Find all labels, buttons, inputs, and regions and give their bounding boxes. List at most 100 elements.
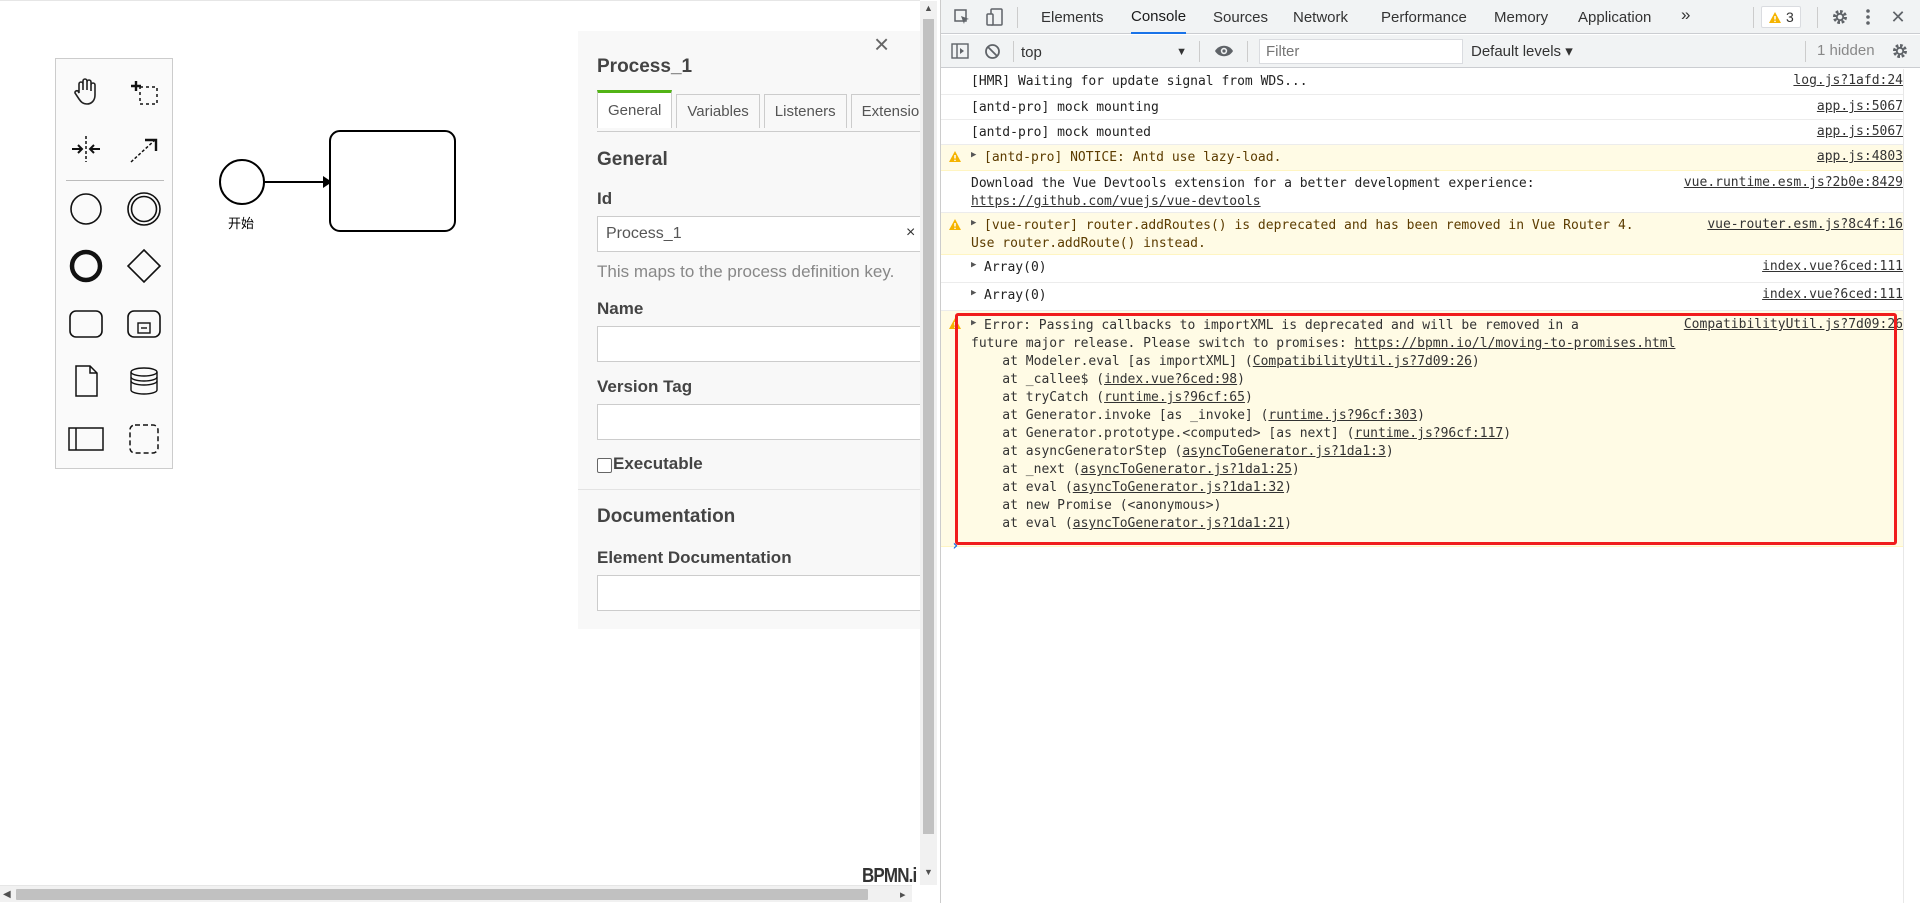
inspect-element-icon[interactable] bbox=[951, 6, 973, 28]
log-source-link[interactable]: vue.runtime.esm.js?2b0e:8429 bbox=[1684, 175, 1903, 190]
console-log-row: Download the Vue Devtools extension for … bbox=[941, 171, 1903, 213]
toolbar-separator bbox=[1247, 41, 1248, 62]
console-toolbar: top ▼ Default levels ▾ 1 hidden bbox=[941, 35, 1920, 68]
log-message: Download the Vue Devtools extension for … bbox=[971, 175, 1535, 211]
palette-separator bbox=[66, 180, 164, 181]
toolbar-separator bbox=[1753, 7, 1754, 28]
tab-network[interactable]: Network bbox=[1293, 0, 1348, 34]
scroll-down-icon[interactable]: ▼ bbox=[924, 867, 933, 877]
console-log-row: [HMR] Waiting for update signal from WDS… bbox=[941, 69, 1903, 95]
horizontal-scrollbar[interactable]: ◀ ▸ bbox=[0, 885, 912, 902]
executable-label[interactable]: Executable bbox=[613, 454, 703, 474]
console-settings-gear-icon[interactable] bbox=[1889, 40, 1911, 62]
console-log-row: [antd-pro] mock mounting app.js:5067 bbox=[941, 95, 1903, 120]
data-object-icon[interactable] bbox=[64, 359, 108, 403]
log-source-link[interactable]: log.js?1afd:24 bbox=[1793, 73, 1903, 88]
log-source-link[interactable]: app.js:5067 bbox=[1817, 99, 1903, 114]
tool-palette bbox=[55, 58, 173, 469]
element-documentation-input[interactable] bbox=[597, 575, 920, 611]
tab-extensions[interactable]: Extensions bbox=[850, 94, 920, 128]
vertical-scrollbar[interactable]: ▲ ▼ bbox=[920, 1, 937, 885]
js-context-value: top bbox=[1021, 43, 1042, 61]
log-source-link[interactable]: app.js:4803 bbox=[1817, 149, 1903, 164]
task-icon[interactable] bbox=[64, 302, 108, 346]
tab-performance[interactable]: Performance bbox=[1381, 0, 1467, 34]
section-divider bbox=[578, 489, 920, 490]
log-message: Array(0) bbox=[984, 260, 1047, 275]
space-tool-icon[interactable] bbox=[64, 127, 108, 171]
console-log-row[interactable]: ▶ Array(0) index.vue?6ced:111 bbox=[941, 255, 1903, 283]
horizontal-scroll-thumb[interactable] bbox=[16, 889, 868, 900]
tab-general[interactable]: General bbox=[597, 90, 673, 128]
live-expression-eye-icon[interactable] bbox=[1213, 40, 1235, 62]
scroll-up-icon[interactable]: ▲ bbox=[924, 3, 933, 13]
section-general-title: General bbox=[597, 149, 668, 170]
executable-checkbox[interactable] bbox=[597, 458, 612, 473]
id-hint: This maps to the process definition key. bbox=[597, 262, 895, 281]
devtools-tab-bar: Elements Console Sources Network Perform… bbox=[941, 0, 1920, 34]
tab-memory[interactable]: Memory bbox=[1494, 0, 1548, 34]
console-prompt-icon[interactable]: › bbox=[951, 538, 959, 554]
console-filter-input[interactable] bbox=[1259, 39, 1463, 64]
tab-variables[interactable]: Variables bbox=[676, 94, 760, 128]
tab-sources[interactable]: Sources bbox=[1213, 0, 1268, 34]
tab-elements[interactable]: Elements bbox=[1041, 0, 1104, 34]
vertical-scroll-thumb[interactable] bbox=[923, 19, 934, 834]
log-message: [vue-router] router.addRoutes() is depre… bbox=[984, 218, 1634, 233]
warning-icon bbox=[1769, 11, 1781, 23]
log-levels-dropdown[interactable]: Default levels ▾ bbox=[1471, 42, 1573, 60]
log-message: Array(0) bbox=[984, 288, 1047, 303]
tab-application[interactable]: Application bbox=[1578, 0, 1651, 34]
start-event-icon[interactable] bbox=[64, 187, 108, 231]
expand-caret-icon[interactable]: ▶ bbox=[971, 260, 976, 270]
close-devtools-icon[interactable]: ✕ bbox=[1887, 6, 1909, 28]
start-event[interactable] bbox=[219, 159, 265, 205]
tab-listeners[interactable]: Listeners bbox=[763, 94, 847, 128]
console-log-row[interactable]: ▶ Array(0) index.vue?6ced:111 bbox=[941, 283, 1903, 311]
end-event-icon[interactable] bbox=[64, 244, 108, 288]
global-connect-icon[interactable] bbox=[122, 127, 166, 171]
toolbar-separator bbox=[1199, 41, 1200, 62]
scroll-right-icon[interactable]: ▸ bbox=[900, 888, 906, 901]
warnings-badge[interactable]: 3 bbox=[1761, 6, 1801, 28]
more-options-icon[interactable] bbox=[1857, 6, 1879, 28]
start-event-label[interactable]: 开始 bbox=[228, 213, 254, 232]
log-link[interactable]: https://github.com/vuejs/vue-devtools bbox=[971, 194, 1261, 209]
properties-panel: × Process_1 General Variables Listeners … bbox=[578, 31, 920, 629]
id-label: Id bbox=[597, 189, 613, 208]
console-warning-row[interactable]: ▶ [vue-router] router.addRoutes() is dep… bbox=[941, 213, 1903, 255]
participant-icon[interactable] bbox=[64, 417, 108, 461]
expand-caret-icon[interactable]: ▶ bbox=[971, 150, 976, 160]
expand-caret-icon[interactable]: ▶ bbox=[971, 288, 976, 298]
lasso-tool-icon[interactable] bbox=[122, 69, 166, 113]
expand-caret-icon[interactable]: ▶ bbox=[971, 218, 976, 228]
gateway-icon[interactable] bbox=[122, 244, 166, 288]
data-store-icon[interactable] bbox=[122, 359, 166, 403]
intermediate-event-icon[interactable] bbox=[122, 187, 166, 231]
warning-icon bbox=[949, 219, 961, 230]
tab-console[interactable]: Console bbox=[1131, 0, 1187, 34]
group-icon[interactable] bbox=[122, 417, 166, 461]
js-context-select[interactable]: top ▼ bbox=[1021, 41, 1191, 63]
log-source-link[interactable]: vue-router.esm.js?8c4f:16 bbox=[1707, 217, 1903, 232]
task[interactable] bbox=[329, 130, 456, 232]
close-icon[interactable]: × bbox=[874, 31, 889, 57]
log-source-link[interactable]: index.vue?6ced:111 bbox=[1762, 287, 1903, 302]
settings-gear-icon[interactable] bbox=[1829, 6, 1851, 28]
device-toolbar-icon[interactable] bbox=[984, 6, 1006, 28]
clear-id-icon[interactable]: × bbox=[906, 224, 915, 242]
name-input[interactable] bbox=[597, 326, 920, 362]
log-source-link[interactable]: index.vue?6ced:111 bbox=[1762, 259, 1903, 274]
show-sidebar-icon[interactable] bbox=[949, 40, 971, 62]
id-input[interactable]: Process_1 bbox=[597, 216, 920, 252]
hand-tool-icon[interactable] bbox=[64, 69, 108, 113]
console-warning-row[interactable]: ▶ [antd-pro] NOTICE: Antd use lazy-load.… bbox=[941, 145, 1903, 171]
version-tag-input[interactable] bbox=[597, 404, 920, 440]
error-highlight-box bbox=[955, 313, 1897, 545]
more-tabs-icon[interactable]: » bbox=[1681, 5, 1690, 25]
log-source-link[interactable]: app.js:5067 bbox=[1817, 124, 1903, 139]
clear-console-icon[interactable] bbox=[981, 40, 1003, 62]
scroll-left-icon[interactable]: ◀ bbox=[3, 889, 11, 900]
hidden-messages-count[interactable]: 1 hidden bbox=[1817, 42, 1875, 59]
subprocess-icon[interactable] bbox=[122, 302, 166, 346]
